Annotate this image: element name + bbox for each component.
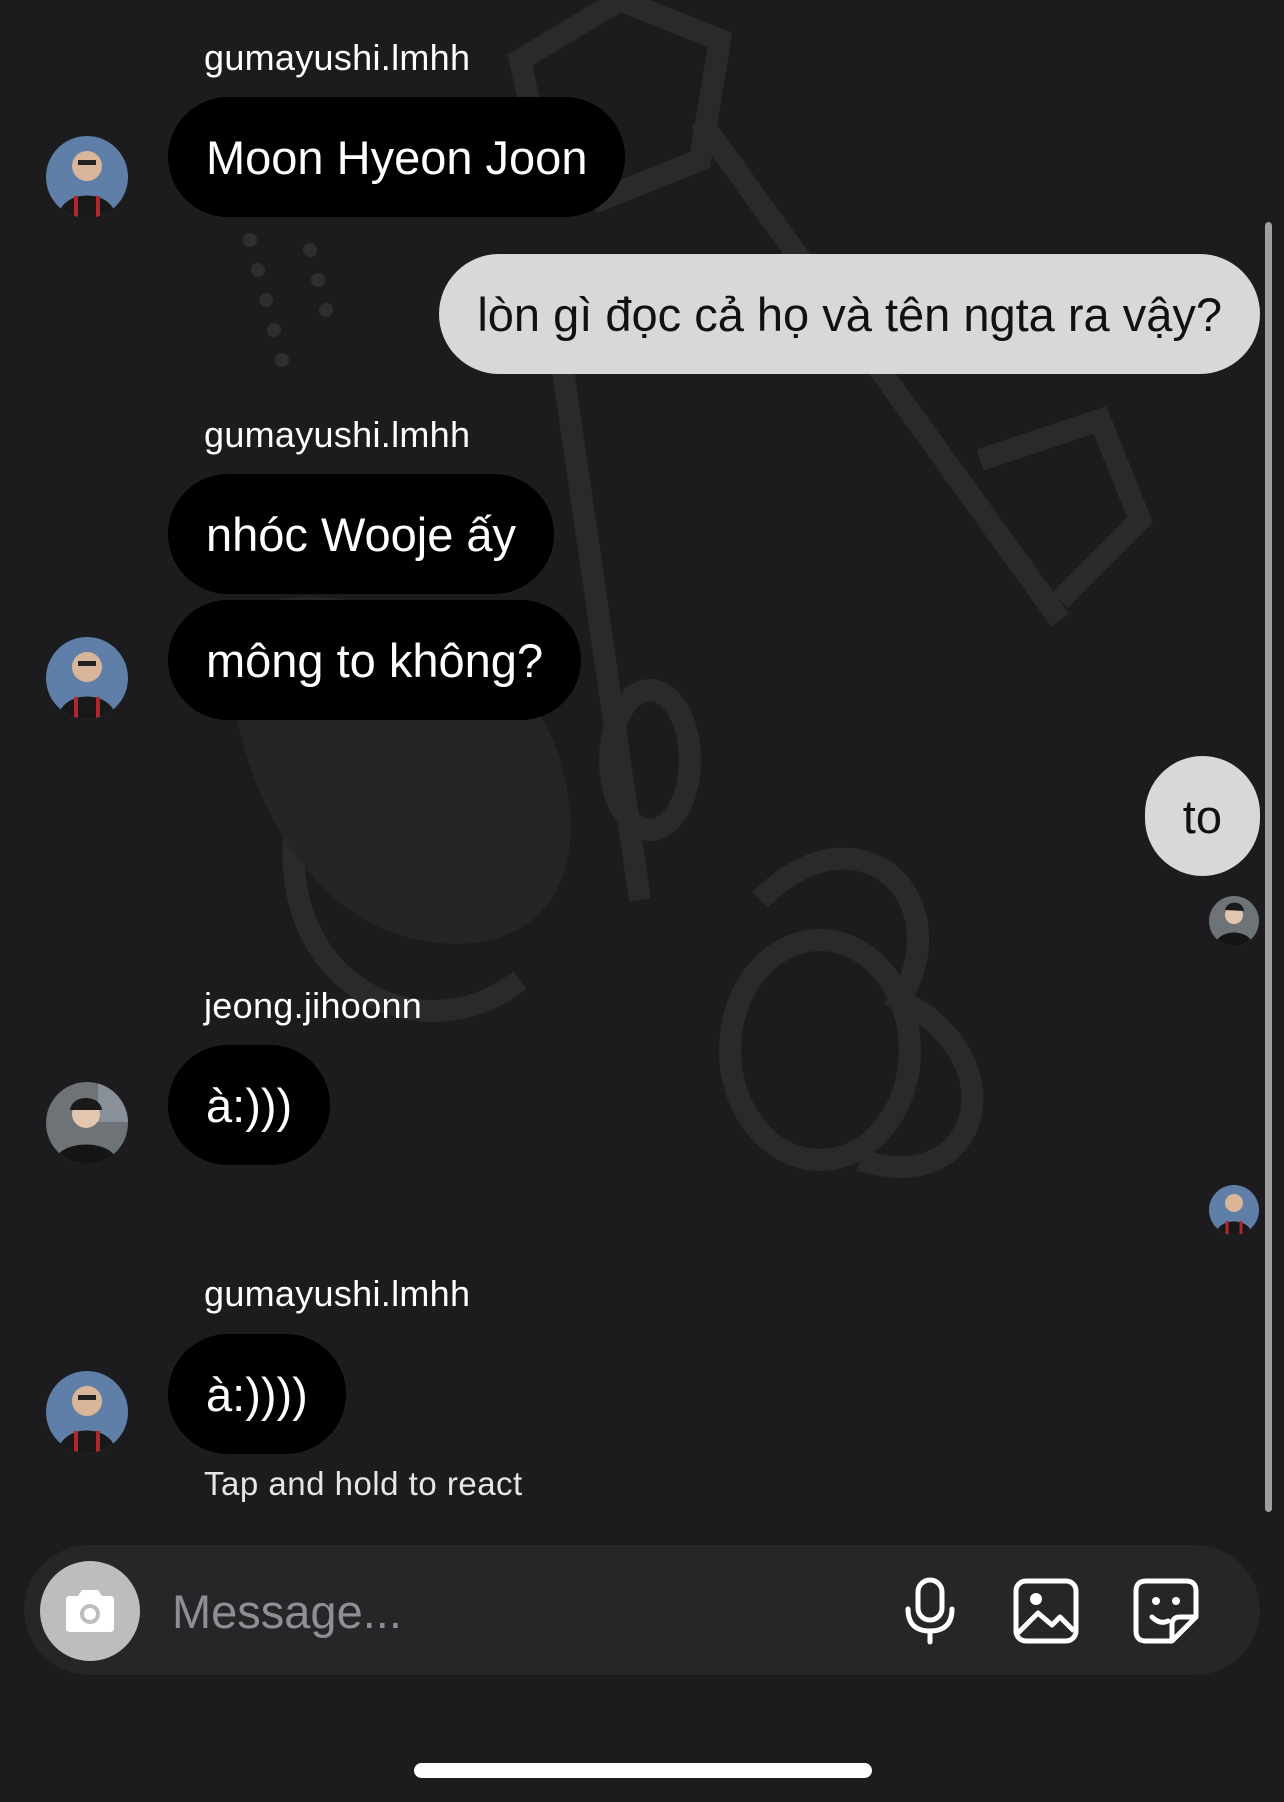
avatar[interactable] bbox=[46, 637, 128, 719]
message-bubble[interactable]: à:)))) bbox=[168, 1334, 346, 1454]
profile-photo-icon bbox=[46, 1082, 128, 1164]
sender-name: gumayushi.lmhh bbox=[204, 37, 471, 78]
message-text: nhóc Wooje ấy bbox=[206, 507, 517, 561]
avatar[interactable] bbox=[46, 136, 128, 218]
profile-photo-icon bbox=[1209, 896, 1259, 946]
gallery-button[interactable] bbox=[1010, 1575, 1082, 1647]
message-bubble[interactable]: à:))) bbox=[168, 1045, 331, 1165]
camera-icon bbox=[66, 1590, 114, 1632]
avatar[interactable] bbox=[46, 1082, 128, 1164]
microphone-icon bbox=[905, 1577, 955, 1645]
message-bubble-outgoing[interactable]: to bbox=[1144, 756, 1260, 876]
message-text: to bbox=[1182, 789, 1222, 843]
sticker-button[interactable] bbox=[1130, 1575, 1202, 1647]
camera-button[interactable] bbox=[40, 1561, 140, 1661]
message-bubble-outgoing[interactable]: lòn gì đọc cả họ và tên ngta ra vậy? bbox=[439, 254, 1260, 374]
message-bubble[interactable]: nhóc Wooje ấy bbox=[168, 474, 555, 594]
message-text: à:))) bbox=[206, 1078, 293, 1132]
sticker-icon bbox=[1133, 1578, 1199, 1644]
message-bubble[interactable]: mông to không? bbox=[168, 600, 582, 720]
message-text: lòn gì đọc cả họ và tên ngta ra vậy? bbox=[477, 287, 1222, 341]
profile-photo-icon bbox=[46, 637, 128, 719]
profile-photo-icon bbox=[1209, 1185, 1259, 1235]
profile-photo-icon bbox=[46, 1371, 128, 1453]
message-text: mông to không? bbox=[206, 633, 544, 687]
message-text: Moon Hyeon Joon bbox=[206, 130, 588, 184]
scrollbar[interactable] bbox=[1265, 222, 1272, 1512]
seen-avatar bbox=[1209, 896, 1259, 946]
react-hint: Tap and hold to react bbox=[204, 1465, 523, 1502]
message-composer bbox=[24, 1545, 1260, 1675]
avatar[interactable] bbox=[46, 1371, 128, 1453]
profile-photo-icon bbox=[46, 136, 128, 218]
sender-name: gumayushi.lmhh bbox=[204, 414, 471, 455]
message-text: à:)))) bbox=[206, 1367, 308, 1421]
home-indicator bbox=[414, 1763, 872, 1778]
image-icon bbox=[1013, 1578, 1079, 1644]
sender-name: gumayushi.lmhh bbox=[204, 1273, 471, 1314]
message-input[interactable] bbox=[170, 1570, 874, 1652]
sender-name: jeong.jihoonn bbox=[204, 985, 423, 1026]
voice-message-button[interactable] bbox=[894, 1575, 966, 1647]
message-bubble[interactable]: Moon Hyeon Joon bbox=[168, 97, 626, 217]
seen-avatar bbox=[1209, 1185, 1259, 1235]
